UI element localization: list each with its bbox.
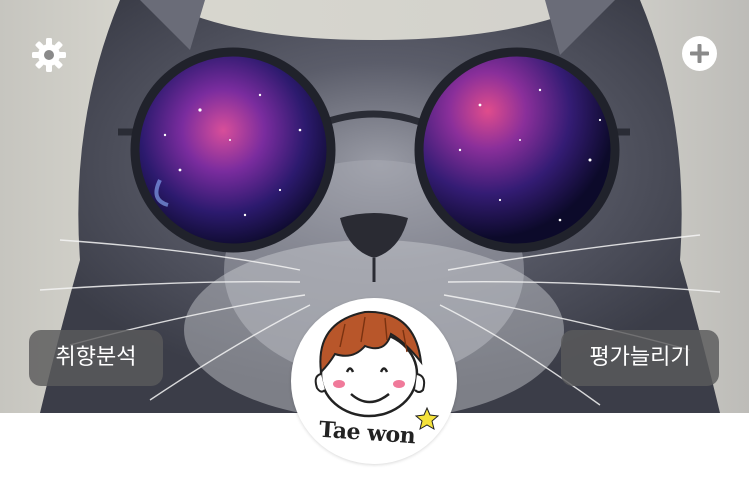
settings-button[interactable]: [30, 36, 68, 74]
add-button[interactable]: [682, 36, 717, 71]
gear-icon: [32, 38, 66, 72]
profile-avatar[interactable]: Tae won: [291, 298, 457, 464]
plus-circle-icon: [682, 36, 717, 71]
taste-analysis-label: 취향분석: [55, 345, 137, 370]
taste-analysis-button[interactable]: 취향분석: [29, 330, 163, 386]
increase-ratings-button[interactable]: 평가늘리기: [561, 330, 719, 386]
increase-ratings-label: 평가늘리기: [589, 345, 691, 370]
